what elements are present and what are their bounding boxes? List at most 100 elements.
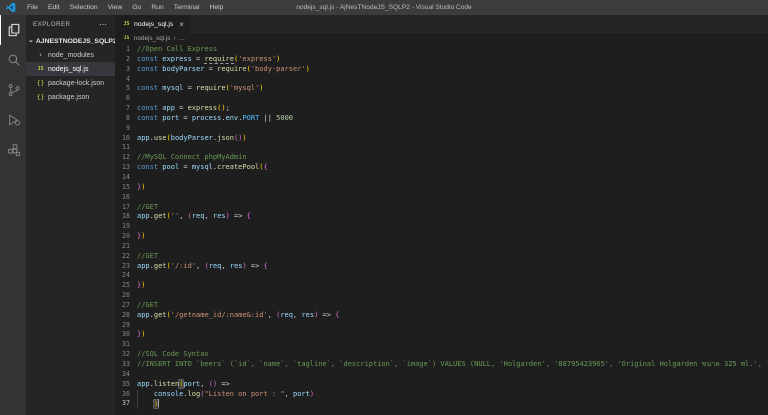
code-line-21[interactable]: 21 (115, 242, 768, 252)
explorer-icon[interactable] (0, 15, 26, 45)
code-editor[interactable]: 1//Open Call Express2const express = req… (115, 44, 768, 415)
menu-selection[interactable]: Selection (65, 4, 103, 11)
code-line-16[interactable]: 16 (115, 193, 768, 203)
code-line-20[interactable]: 20}) (115, 232, 768, 242)
code-line-31[interactable]: 31 (115, 340, 768, 350)
line-number: 8 (115, 114, 137, 124)
line-content[interactable]: //INSERT INTO `beers` (`id`, `name`, `ta… (137, 360, 768, 370)
line-content[interactable]: app.listen(port, () => (137, 380, 234, 390)
code-line-4[interactable]: 4 (115, 75, 768, 85)
menu-terminal[interactable]: Terminal (169, 4, 205, 11)
line-content[interactable]: //Open Call Express (137, 45, 217, 55)
menu-view[interactable]: View (103, 4, 128, 11)
line-content[interactable]: }) (137, 183, 145, 193)
line-content[interactable]: app.get('', (req, res) => { (137, 212, 251, 222)
line-content[interactable]: const express = require('express') (137, 55, 280, 65)
line-content[interactable]: //GET (137, 252, 158, 262)
menu-run[interactable]: Run (146, 4, 168, 11)
breadcrumb[interactable]: JS nodejs_sql.js › … (115, 33, 768, 44)
line-number: 24 (115, 271, 137, 281)
line-content[interactable]: //MySQL Connect phpMyAdmin (137, 153, 247, 163)
code-line-26[interactable]: 26 (115, 291, 768, 301)
line-content[interactable]: }) (137, 232, 145, 242)
code-line-12[interactable]: 12//MySQL Connect phpMyAdmin (115, 153, 768, 163)
line-content[interactable]: app.get('/:id', (req, res) => { (137, 262, 268, 272)
menu-go[interactable]: Go (127, 4, 146, 11)
run-debug-icon[interactable] (0, 105, 26, 135)
menu-help[interactable]: Help (204, 4, 228, 11)
code-line-32[interactable]: 32//SQL Code Syntax (115, 350, 768, 360)
code-line-7[interactable]: 7const app = express(); (115, 104, 768, 114)
code-line-5[interactable]: 5const mysql = require('mysql') (115, 84, 768, 94)
line-content[interactable]: app.use(bodyParser.json()) (137, 134, 247, 144)
line-number: 17 (115, 203, 137, 213)
explorer-more-actions-icon[interactable]: ⋯ (99, 20, 108, 29)
tab-close-icon[interactable]: × (179, 20, 184, 29)
code-line-27[interactable]: 27//GET (115, 301, 768, 311)
sidebar-item-package-lock-json[interactable]: {}package-lock.json (26, 76, 115, 90)
line-number: 27 (115, 301, 137, 311)
code-line-1[interactable]: 1//Open Call Express (115, 45, 768, 55)
line-content[interactable]: //GET (137, 301, 158, 311)
code-line-11[interactable]: 11 (115, 143, 768, 153)
code-line-23[interactable]: 23app.get('/:id', (req, res) => { (115, 262, 768, 272)
code-line-15[interactable]: 15}) (115, 183, 768, 193)
code-line-34[interactable]: 34 (115, 370, 768, 380)
folder-root[interactable]: ⌄ AJNESTNODEJS_SQLP2 (26, 34, 115, 48)
code-line-19[interactable]: 19 (115, 222, 768, 232)
code-line-25[interactable]: 25}) (115, 281, 768, 291)
code-line-6[interactable]: 6 (115, 94, 768, 104)
code-line-8[interactable]: 8const port = process.env.PORT || 5000 (115, 114, 768, 124)
code-line-22[interactable]: 22//GET (115, 252, 768, 262)
code-line-29[interactable]: 29 (115, 321, 768, 331)
line-content[interactable]: //SQL Code Syntax (137, 350, 209, 360)
code-line-9[interactable]: 9 (115, 124, 768, 134)
file-tree: ›node_modulesJSnodejs_sql.js{}package-lo… (26, 48, 115, 104)
line-number: 29 (115, 321, 137, 331)
code-line-33[interactable]: 33//INSERT INTO `beers` (`id`, `name`, `… (115, 360, 768, 370)
sidebar-item-package-json[interactable]: {}package.json (26, 90, 115, 104)
code-line-18[interactable]: 18app.get('', (req, res) => { (115, 212, 768, 222)
sidebar-item-nodejs-sql-js[interactable]: JSnodejs_sql.js (26, 62, 115, 76)
line-number: 9 (115, 124, 137, 134)
breadcrumb-more[interactable]: … (179, 35, 185, 42)
line-content[interactable]: const app = express(); (137, 104, 230, 114)
line-content[interactable]: //GET (137, 203, 158, 213)
line-content[interactable]: const port = process.env.PORT || 5000 (137, 114, 293, 124)
sidebar-item-node-modules[interactable]: ›node_modules (26, 48, 115, 62)
menu-file[interactable]: File (22, 4, 43, 11)
line-content[interactable]: const pool = mysql.createPool({ (137, 163, 268, 173)
tab-nodejs-sql-js[interactable]: JS nodejs_sql.js × (115, 15, 191, 33)
code-line-24[interactable]: 24 (115, 271, 768, 281)
code-line-28[interactable]: 28app.get('/getname_id/:name&:id', (req,… (115, 311, 768, 321)
source-control-icon[interactable] (0, 75, 26, 105)
search-icon[interactable] (0, 45, 26, 75)
line-content[interactable]: }) (137, 281, 145, 291)
breadcrumb-file[interactable]: nodejs_sql.js (134, 35, 170, 42)
line-number: 12 (115, 153, 137, 163)
file-label: package-lock.json (48, 80, 104, 87)
menu-edit[interactable]: Edit (43, 4, 65, 11)
code-line-2[interactable]: 2const express = require('express') (115, 55, 768, 65)
code-line-37[interactable]: 37 ) (115, 399, 768, 409)
line-number: 10 (115, 134, 137, 144)
code-line-13[interactable]: 13const pool = mysql.createPool({ (115, 163, 768, 173)
code-line-30[interactable]: 30}) (115, 330, 768, 340)
line-number: 6 (115, 94, 137, 104)
js-file-icon: JS (122, 21, 131, 27)
line-number: 4 (115, 75, 137, 85)
code-line-35[interactable]: 35app.listen(port, () => (115, 380, 768, 390)
code-line-3[interactable]: 3const bodyParser = require('body-parser… (115, 65, 768, 75)
line-number: 18 (115, 212, 137, 222)
extensions-icon[interactable] (0, 135, 26, 165)
line-content[interactable]: console.log("Listen on port : ", port) (137, 390, 314, 400)
line-content[interactable]: }) (137, 330, 145, 340)
line-content[interactable]: ) (137, 399, 159, 409)
code-line-14[interactable]: 14 (115, 173, 768, 183)
line-content[interactable]: const bodyParser = require('body-parser'… (137, 65, 310, 75)
code-line-10[interactable]: 10app.use(bodyParser.json()) (115, 134, 768, 144)
line-content[interactable]: const mysql = require('mysql') (137, 84, 264, 94)
code-line-36[interactable]: 36 console.log("Listen on port : ", port… (115, 390, 768, 400)
line-content[interactable]: app.get('/getname_id/:name&:id', (req, r… (137, 311, 339, 321)
code-line-17[interactable]: 17//GET (115, 203, 768, 213)
